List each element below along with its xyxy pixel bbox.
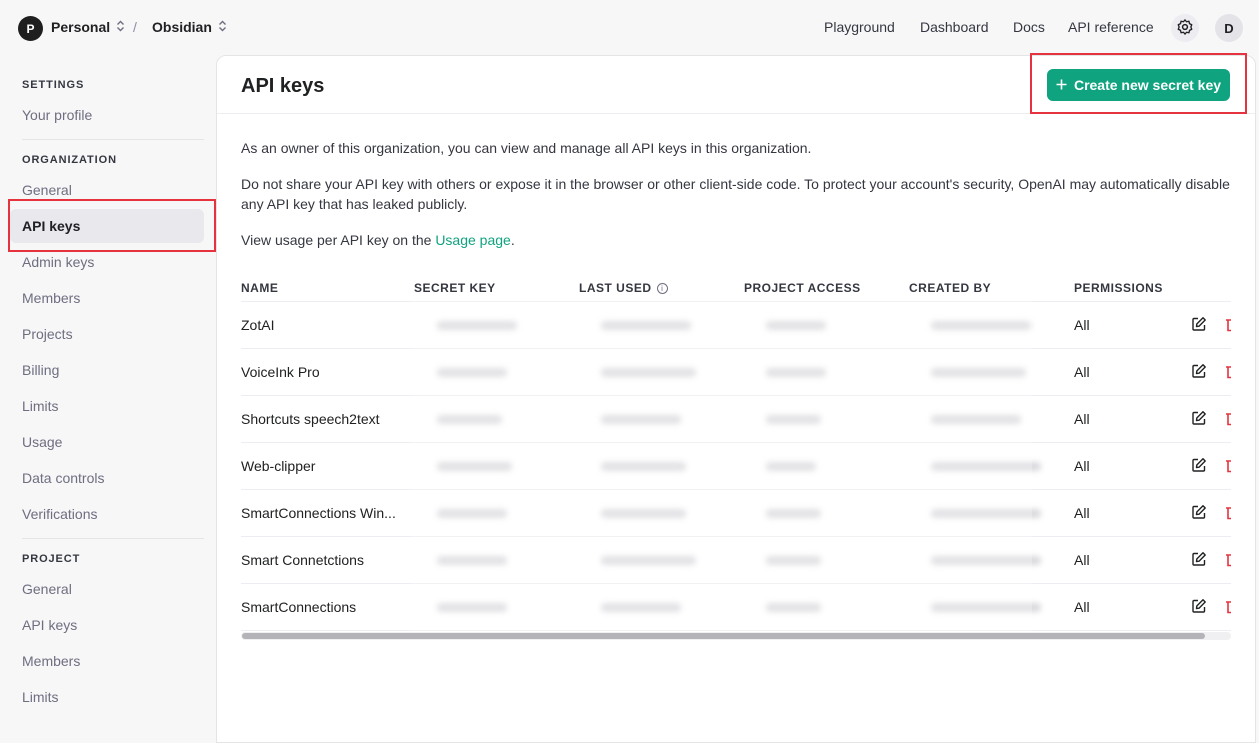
org-name: Personal	[51, 19, 111, 35]
delete-icon[interactable]	[1225, 599, 1231, 614]
sidebar-item-verifications[interactable]: Verifications	[22, 506, 97, 522]
key-name: Shortcuts speech2text	[241, 411, 380, 427]
scrollbar-thumb[interactable]	[242, 633, 1205, 639]
edit-icon[interactable]	[1191, 457, 1207, 473]
nav-docs[interactable]: Docs	[1013, 19, 1045, 35]
column-header-permissions: PERMISSIONS	[1074, 281, 1163, 295]
redacted-area	[410, 301, 1032, 631]
breadcrumb-separator: /	[133, 19, 137, 35]
intro-text: As an owner of this organization, you ca…	[241, 140, 812, 156]
key-name: Smart Connetctions	[241, 552, 364, 568]
info-icon[interactable]: i	[656, 282, 668, 294]
delete-icon[interactable]	[1225, 364, 1231, 379]
usage-suffix: .	[510, 232, 515, 248]
main-panel: API keys Create new secret key As an own…	[216, 55, 1256, 743]
gear-icon	[1176, 18, 1194, 39]
chevron-updown-icon	[218, 20, 227, 35]
sidebar-divider	[22, 538, 204, 539]
sidebar-item-org-limits[interactable]: Limits	[22, 398, 59, 414]
sidebar-item-project-general[interactable]: General	[22, 581, 72, 597]
key-permissions: All	[1074, 505, 1090, 521]
usage-prefix: View usage per API key on the	[241, 232, 436, 248]
sidebar-item-usage[interactable]: Usage	[22, 434, 62, 450]
key-permissions: All	[1074, 317, 1090, 333]
sidebar-item-project-members[interactable]: Members	[22, 653, 80, 669]
sidebar-heading-organization: ORGANIZATION	[22, 154, 117, 166]
column-header-created-by: CREATED BY	[909, 281, 992, 295]
nav-playground[interactable]: Playground	[824, 19, 895, 35]
sidebar-item-org-general[interactable]: General	[22, 182, 72, 198]
key-name: Web-clipper	[241, 458, 316, 474]
delete-icon[interactable]	[1225, 317, 1231, 332]
chevron-updown-icon	[116, 20, 125, 35]
highlight-box-api-keys	[8, 199, 216, 252]
edit-icon[interactable]	[1191, 551, 1207, 567]
sidebar-item-org-members[interactable]: Members	[22, 290, 80, 306]
key-name: SmartConnections Win...	[241, 505, 396, 521]
column-header-secret-key: SECRET KEY	[414, 281, 496, 295]
user-avatar[interactable]: D	[1215, 14, 1243, 42]
key-permissions: All	[1074, 411, 1090, 427]
project-name: Obsidian	[152, 19, 212, 35]
nav-api-reference[interactable]: API reference	[1068, 19, 1154, 35]
sidebar-item-admin-keys[interactable]: Admin keys	[22, 254, 94, 270]
column-header-last-used-label: LAST USED	[579, 281, 652, 295]
column-header-name: NAME	[241, 281, 279, 295]
usage-page-link[interactable]: Usage page	[435, 232, 511, 248]
warning-text: Do not share your API key with others or…	[241, 176, 1230, 212]
key-name: ZotAI	[241, 317, 275, 333]
delete-icon[interactable]	[1225, 458, 1231, 473]
highlight-box-create-button	[1030, 53, 1247, 114]
top-bar: P Personal / Obsidian Playground Dashboa…	[0, 0, 1259, 56]
delete-icon[interactable]	[1225, 505, 1231, 520]
delete-icon[interactable]	[1225, 411, 1231, 426]
sidebar-item-projects[interactable]: Projects	[22, 326, 73, 342]
sidebar-heading-settings: SETTINGS	[22, 79, 85, 91]
delete-icon[interactable]	[1225, 552, 1231, 567]
settings-button[interactable]	[1171, 14, 1199, 42]
column-header-last-used: LAST USED i	[579, 281, 668, 295]
key-permissions: All	[1074, 364, 1090, 380]
edit-icon[interactable]	[1191, 363, 1207, 379]
sidebar-item-project-api-keys[interactable]: API keys	[22, 617, 77, 633]
org-switcher[interactable]: Personal	[51, 19, 125, 35]
edit-icon[interactable]	[1191, 410, 1207, 426]
key-permissions: All	[1074, 599, 1090, 615]
edit-icon[interactable]	[1191, 316, 1207, 332]
org-avatar[interactable]: P	[18, 16, 43, 41]
nav-dashboard[interactable]: Dashboard	[920, 19, 989, 35]
edit-icon[interactable]	[1191, 504, 1207, 520]
project-switcher[interactable]: Obsidian	[152, 19, 227, 35]
page-title: API keys	[241, 75, 325, 97]
sidebar-divider	[22, 139, 204, 140]
sidebar-heading-project: PROJECT	[22, 553, 81, 565]
edit-icon[interactable]	[1191, 598, 1207, 614]
sidebar-item-project-limits[interactable]: Limits	[22, 689, 59, 705]
usage-text: View usage per API key on the Usage page…	[241, 230, 1241, 250]
horizontal-scrollbar[interactable]	[241, 632, 1231, 640]
column-header-project-access: PROJECT ACCESS	[744, 281, 861, 295]
key-permissions: All	[1074, 458, 1090, 474]
sidebar-item-your-profile[interactable]: Your profile	[22, 107, 92, 123]
sidebar-item-data-controls[interactable]: Data controls	[22, 470, 104, 486]
key-name: VoiceInk Pro	[241, 364, 320, 380]
key-permissions: All	[1074, 552, 1090, 568]
sidebar: SETTINGS Your profile ORGANIZATION Gener…	[0, 56, 216, 743]
sidebar-item-billing[interactable]: Billing	[22, 362, 59, 378]
key-name: SmartConnections	[241, 599, 357, 615]
